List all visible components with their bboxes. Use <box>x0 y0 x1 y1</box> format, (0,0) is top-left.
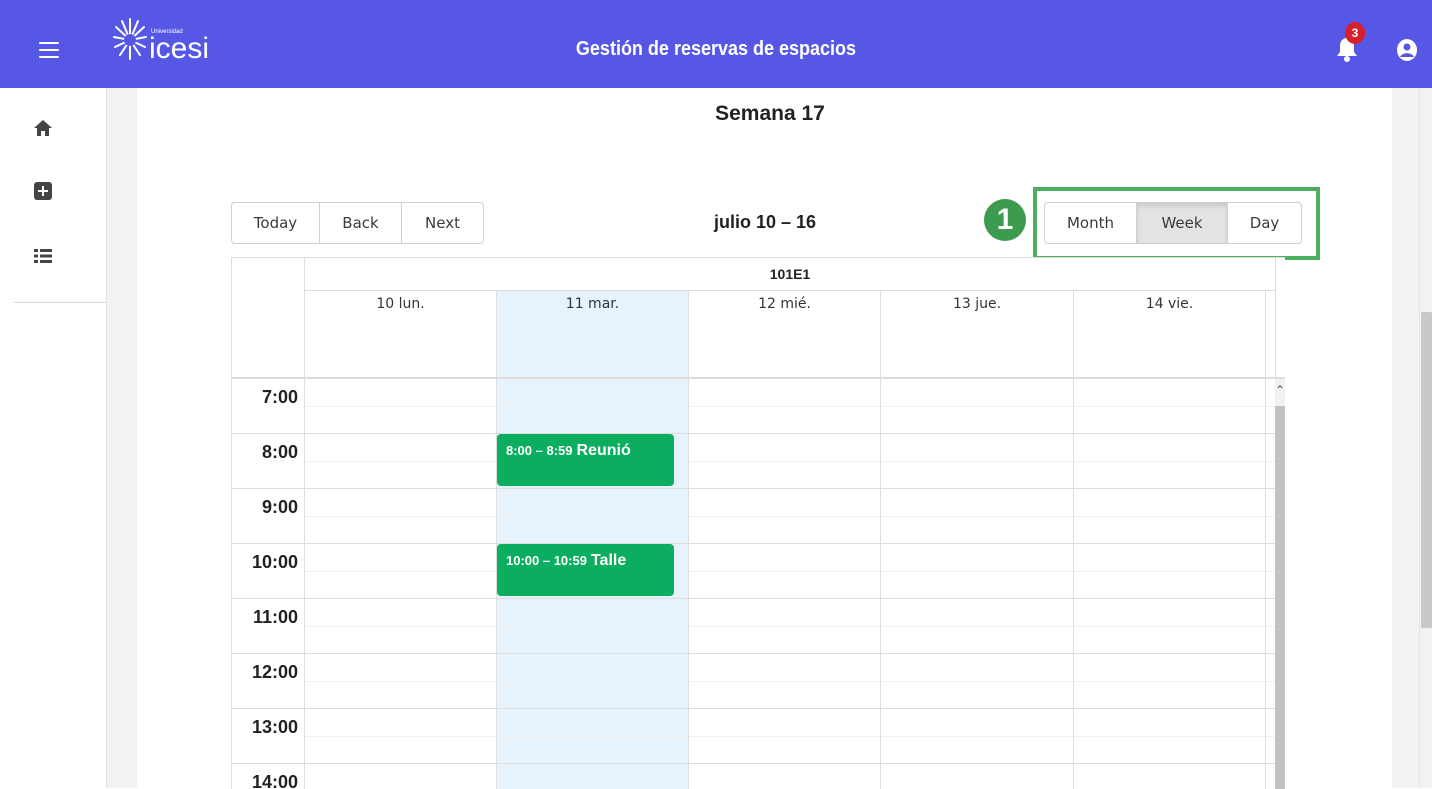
day-divider <box>688 379 689 789</box>
gutter-divider <box>304 379 305 789</box>
time-slot-row[interactable]: 11:00 <box>232 599 1275 654</box>
date-range-label: julio 10 – 16 <box>713 212 817 232</box>
resource-header: 101E1 <box>305 258 1276 291</box>
time-slot-row[interactable]: 13:00 <box>232 709 1275 764</box>
time-slot-row[interactable]: 8:00 <box>232 434 1275 489</box>
all-day-cell[interactable] <box>1074 318 1266 377</box>
time-gutter-header <box>232 258 305 378</box>
day-header[interactable]: 10 lun. <box>305 291 497 318</box>
content-gutter-left <box>107 88 137 788</box>
time-label: 13:00 <box>251 717 298 737</box>
all-day-cell[interactable] <box>881 318 1074 377</box>
time-label: 7:00 <box>261 387 298 407</box>
calendar-event[interactable]: 8:00 – 8:59 Reunió <box>497 434 674 486</box>
notification-badge: 3 <box>1345 22 1365 44</box>
week-calendar: 101E1 10 lun. 11 mar. 12 mié. 13 jue. 14… <box>231 257 1285 789</box>
all-day-spacer <box>1266 318 1276 377</box>
sidebar-divider <box>14 302 106 303</box>
time-label: 11:00 <box>252 607 298 627</box>
week-title: Semana 17 <box>715 102 825 125</box>
today-button[interactable]: Today <box>232 203 320 243</box>
day-header[interactable]: 13 jue. <box>881 291 1074 318</box>
all-day-cell[interactable] <box>305 318 497 377</box>
calendar-scrollbar-thumb[interactable] <box>1275 406 1285 789</box>
month-view-button[interactable]: Month <box>1045 203 1137 243</box>
all-day-cell[interactable] <box>689 318 881 377</box>
day-header-today[interactable]: 11 mar. <box>497 291 689 318</box>
time-slot-row[interactable]: 9:00 <box>232 489 1275 544</box>
menu-icon[interactable] <box>39 42 59 58</box>
event-title: Talle <box>590 552 627 569</box>
day-header[interactable]: 12 mié. <box>689 291 881 318</box>
day-divider <box>880 379 881 789</box>
time-label: 12:00 <box>251 662 298 682</box>
event-time: 10:00 – 10:59 <box>506 553 587 568</box>
next-button[interactable]: Next <box>402 203 483 243</box>
list-icon[interactable] <box>33 246 53 266</box>
week-view-button[interactable]: Week <box>1137 203 1228 243</box>
calendar-event[interactable]: 10:00 – 10:59 Talle <box>497 544 674 596</box>
time-slot-row[interactable]: 7:00 <box>232 379 1275 434</box>
day-divider <box>1265 379 1266 789</box>
app-title: Gestión de reservas de espacios <box>575 38 857 60</box>
page-scrollbar-track <box>1419 88 1420 788</box>
time-label: 9:00 <box>261 497 298 517</box>
page-scrollbar-thumb[interactable] <box>1421 312 1432 628</box>
annotation-marker: 1 <box>984 199 1026 241</box>
day-view-button[interactable]: Day <box>1228 203 1301 243</box>
nav-button-group: Today Back Next <box>231 202 484 244</box>
scroll-up-arrow-icon[interactable]: ⌃ <box>1275 379 1285 399</box>
back-button[interactable]: Back <box>320 203 402 243</box>
top-bar: Universidad icesi Gestión de reservas de… <box>0 0 1432 88</box>
event-title: Reunió <box>576 442 631 459</box>
event-time: 8:00 – 8:59 <box>506 443 573 458</box>
time-slot-row[interactable]: 14:00 <box>232 764 1275 789</box>
time-slot-row[interactable]: 10:00 <box>232 544 1275 599</box>
time-label: 14:00 <box>251 772 298 789</box>
user-account-icon[interactable] <box>1396 38 1418 62</box>
add-square-icon[interactable] <box>33 181 53 201</box>
day-header-spacer <box>1266 291 1276 318</box>
sidebar <box>0 88 107 788</box>
day-divider <box>1073 379 1074 789</box>
all-day-cell-today[interactable] <box>497 318 689 377</box>
time-label: 8:00 <box>261 442 298 462</box>
time-label: 10:00 <box>251 552 298 572</box>
day-header[interactable]: 14 vie. <box>1074 291 1266 318</box>
view-button-group: Month Week Day <box>1044 202 1302 244</box>
time-slot-row[interactable]: 12:00 <box>232 654 1275 709</box>
